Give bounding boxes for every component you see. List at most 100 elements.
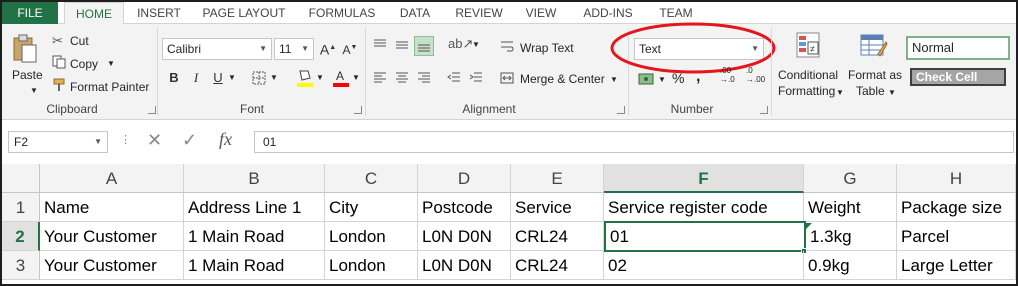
cell-c2[interactable]: London — [325, 222, 418, 251]
format-as-table-label-2[interactable]: Table — [856, 84, 885, 98]
formula-input[interactable]: 01 — [254, 131, 1014, 153]
copy-dropdown-icon[interactable]: ▼ — [107, 59, 115, 68]
format-as-table-dropdown-icon[interactable]: ▼ — [888, 88, 896, 97]
format-as-table-label-1[interactable]: Format as — [848, 68, 902, 82]
comma-button[interactable]: , — [696, 68, 700, 86]
insert-function-icon[interactable]: fx — [219, 129, 232, 150]
tab-page-layout[interactable]: PAGE LAYOUT — [198, 2, 290, 24]
cell-g1[interactable]: Weight — [804, 193, 897, 222]
clipboard-launcher-icon[interactable] — [148, 106, 156, 114]
decrease-font-icon[interactable]: A▼ — [340, 38, 360, 58]
copy-button[interactable]: Copy — [70, 57, 98, 71]
cell-b3[interactable]: 1 Main Road — [184, 251, 325, 280]
paste-icon[interactable] — [12, 34, 38, 64]
format-as-table-icon[interactable] — [860, 32, 888, 60]
percent-button[interactable]: % — [672, 70, 684, 86]
align-center-icon[interactable] — [395, 71, 409, 85]
style-check-cell[interactable]: Check Cell — [910, 68, 1006, 86]
cell-e3[interactable]: CRL24 — [511, 251, 604, 280]
column-header-f[interactable]: F — [604, 164, 804, 193]
column-header-d[interactable]: D — [418, 164, 511, 193]
decrease-indent-icon[interactable] — [447, 71, 461, 85]
name-box[interactable]: F2 ▼ — [8, 131, 108, 153]
cell-g3[interactable]: 0.9kg — [804, 251, 897, 280]
accounting-format-icon[interactable] — [638, 72, 656, 86]
align-left-icon[interactable] — [373, 71, 387, 85]
merge-dropdown-icon[interactable]: ▼ — [610, 75, 618, 84]
conditional-formatting-icon[interactable]: ≠ — [796, 32, 822, 60]
number-launcher-icon[interactable] — [760, 106, 768, 114]
align-middle-icon[interactable] — [395, 38, 409, 52]
font-color-dropdown-icon[interactable]: ▼ — [352, 73, 360, 82]
cell-c3[interactable]: London — [325, 251, 418, 280]
cell-e1[interactable]: Service — [511, 193, 604, 222]
tab-review[interactable]: REVIEW — [448, 2, 510, 24]
cell-b1[interactable]: Address Line 1 — [184, 193, 325, 222]
cell-d3[interactable]: L0N D0N — [418, 251, 511, 280]
font-color-icon[interactable]: A — [332, 68, 350, 88]
cell-f3[interactable]: 02 — [604, 251, 804, 280]
cell-f2-active[interactable]: 01 — [604, 221, 806, 252]
merge-center-icon[interactable] — [500, 71, 514, 85]
align-right-icon[interactable] — [417, 71, 431, 85]
bold-button[interactable]: B — [164, 68, 184, 88]
column-header-b[interactable]: B — [184, 164, 325, 193]
tab-file[interactable]: FILE — [2, 2, 58, 24]
row-header[interactable]: 3 — [2, 251, 40, 280]
wrap-text-icon[interactable] — [500, 40, 514, 54]
underline-dropdown-icon[interactable]: ▼ — [228, 73, 236, 82]
tab-insert[interactable]: INSERT — [128, 2, 190, 24]
format-painter-icon[interactable] — [52, 78, 66, 92]
fill-color-icon[interactable] — [296, 68, 314, 88]
conditional-formatting-label-1[interactable]: Conditional — [778, 68, 838, 82]
borders-dropdown-icon[interactable]: ▼ — [270, 73, 278, 82]
cut-button[interactable]: Cut — [70, 34, 89, 48]
paste-label[interactable]: Paste — [12, 68, 43, 82]
column-header-e[interactable]: E — [511, 164, 604, 193]
conditional-dropdown-icon[interactable]: ▼ — [836, 88, 844, 97]
conditional-formatting-label-2[interactable]: Formatting — [778, 84, 835, 98]
align-top-icon[interactable] — [373, 38, 387, 52]
orientation-dropdown-icon[interactable]: ▼ — [472, 40, 480, 49]
error-indicator-icon[interactable] — [806, 223, 812, 229]
cell-a1[interactable]: Name — [40, 193, 184, 222]
font-launcher-icon[interactable] — [354, 106, 362, 114]
row-header[interactable]: 2 — [2, 222, 40, 251]
orientation-icon[interactable]: ab↗ — [448, 36, 473, 52]
decrease-decimal-button[interactable]: .0 →.00 — [746, 66, 768, 84]
cell-h1[interactable]: Package size — [897, 193, 1016, 222]
style-normal[interactable]: Normal — [906, 36, 1010, 60]
cell-h2[interactable]: Parcel — [897, 222, 1016, 251]
accounting-dropdown-icon[interactable]: ▼ — [658, 75, 666, 84]
row-header[interactable]: 1 — [2, 193, 40, 222]
column-header-c[interactable]: C — [325, 164, 418, 193]
cell-a2[interactable]: Your Customer — [40, 222, 184, 251]
font-name-select[interactable]: Calibri ▼ — [162, 38, 272, 60]
column-header-a[interactable]: A — [40, 164, 184, 193]
cell-b2[interactable]: 1 Main Road — [184, 222, 325, 251]
tab-home[interactable]: HOME — [64, 2, 124, 25]
merge-center-button[interactable]: Merge & Center — [520, 72, 605, 86]
copy-icon[interactable] — [52, 55, 66, 69]
increase-decimal-button[interactable]: .00 →.0 — [720, 66, 742, 84]
cell-a3[interactable]: Your Customer — [40, 251, 184, 280]
tab-view[interactable]: VIEW — [518, 2, 564, 24]
paste-dropdown-icon[interactable]: ▼ — [30, 86, 38, 95]
underline-button[interactable]: U — [208, 68, 228, 88]
cancel-icon[interactable]: ✕ — [147, 130, 162, 151]
tab-data[interactable]: DATA — [392, 2, 438, 24]
cell-c1[interactable]: City — [325, 193, 418, 222]
select-all-corner[interactable] — [2, 164, 40, 193]
align-bottom-icon[interactable] — [414, 36, 434, 56]
increase-indent-icon[interactable] — [469, 71, 483, 85]
column-header-g[interactable]: G — [804, 164, 897, 193]
scissors-icon[interactable]: ✂ — [52, 33, 63, 49]
wrap-text-button[interactable]: Wrap Text — [520, 41, 574, 55]
tab-formulas[interactable]: FORMULAS — [302, 2, 382, 24]
alignment-launcher-icon[interactable] — [617, 106, 625, 114]
increase-font-icon[interactable]: A▲ — [318, 38, 338, 58]
italic-button[interactable]: I — [186, 68, 206, 88]
font-size-select[interactable]: 11 ▼ — [274, 38, 314, 60]
fill-dropdown-icon[interactable]: ▼ — [316, 73, 324, 82]
cell-g2[interactable]: 1.3kg — [806, 222, 897, 251]
